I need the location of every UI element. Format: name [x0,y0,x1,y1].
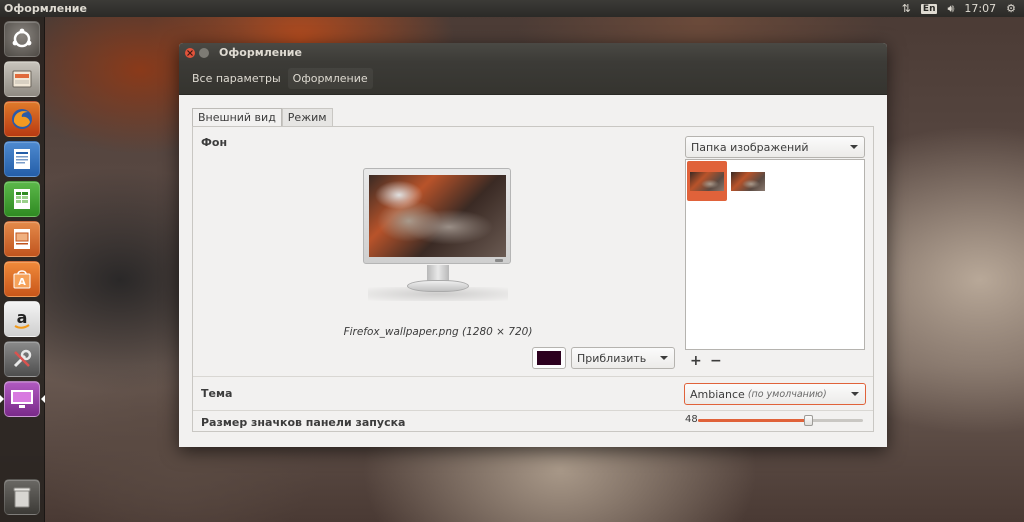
launcher-icon-size-slider[interactable] [698,415,863,426]
tab-look[interactable]: Внешний вид [192,108,282,126]
wallpaper-folder-value: Папка изображений [691,140,809,154]
ubuntu-logo-icon [12,28,32,48]
focused-indicator [41,395,45,403]
all-settings-button[interactable]: Все параметры [187,68,286,89]
shopping-bag-icon: A [13,270,31,289]
close-icon [187,49,193,56]
wallpaper-thumbnail-image [690,171,724,191]
writer-document-icon [14,149,30,169]
writer-launcher-button[interactable] [4,141,40,177]
background-color-button[interactable] [532,347,566,369]
files-launcher-button[interactable] [4,61,40,97]
active-app-title: Оформление [4,2,87,15]
calc-spreadsheet-icon [14,189,30,209]
calc-launcher-button[interactable] [4,181,40,217]
wallpaper-thumbnail-list[interactable] [685,159,865,350]
section-divider [193,410,873,411]
top-panel: Оформление ⇅ En 🔊︎ 17:07 ⚙ [0,0,1024,17]
window-titlebar[interactable]: Оформление [179,43,887,62]
wallpaper-preview-monitor [363,168,511,264]
add-wallpaper-button[interactable]: + [690,353,702,369]
theme-select[interactable]: Ambiance (по умолчанию) [684,383,866,405]
color-chip [537,351,561,365]
appearance-window: Оформление Все параметры Оформление Внеш… [179,43,887,447]
zoom-mode-select[interactable]: Приблизить [571,347,675,369]
monitor-stand-base [407,280,469,292]
impress-launcher-button[interactable] [4,221,40,257]
wallpaper-caption: Firefox_wallpaper.png (1280 × 720) [343,326,533,338]
theme-value-note: (по умолчанию) [747,388,827,400]
look-panel: Фон Firefox_wallpaper.png (1280 × 720) П… [192,126,874,432]
section-divider [193,376,873,377]
chevron-down-icon [850,145,858,149]
power-gear-icon[interactable]: ⚙ [1006,2,1016,15]
remove-wallpaper-button[interactable]: − [710,353,722,369]
launcher-icon-size-value: 48 [685,414,698,425]
indicator-area: ⇅ En 🔊︎ 17:07 ⚙ [902,2,1024,16]
firefox-launcher-button[interactable] [4,101,40,137]
slider-fill [698,419,808,422]
svg-text:A: A [18,277,26,288]
chevron-down-icon [660,356,668,360]
amazon-icon: a [14,308,30,329]
keyboard-layout-indicator[interactable]: En [920,3,938,14]
appearance-launcher-button[interactable] [4,381,40,417]
launcher: A a [0,17,45,522]
close-window-button[interactable] [185,47,195,58]
software-center-launcher-button[interactable]: A [4,261,40,297]
breadcrumb-current[interactable]: Оформление [287,67,373,89]
wallpaper-preview-image [369,175,506,257]
dash-home-button[interactable] [4,21,40,57]
window-content: Внешний вид Режим Фон Firefox_wallpaper.… [179,95,887,447]
tab-bar: Внешний вид Режим [192,108,333,126]
firefox-icon [12,109,32,129]
svg-text:a: a [17,308,28,327]
monitor-power-led [495,259,503,262]
theme-value: Ambiance [690,387,745,401]
impress-presentation-icon [14,229,30,249]
wallpaper-thumbnail[interactable] [728,161,768,201]
background-label: Фон [201,136,228,149]
monitor-display-icon [11,390,33,408]
chevron-down-icon [851,392,859,396]
wallpaper-thumbnail-selected[interactable] [687,161,727,201]
running-indicator [0,395,4,403]
theme-label: Тема [201,387,233,400]
minimize-window-button[interactable] [199,47,209,58]
trash-launcher-button[interactable] [4,479,40,515]
wallpaper-folder-select[interactable]: Папка изображений [685,136,865,158]
window-title: Оформление [219,46,302,59]
settings-toolbar: Все параметры Оформление [179,62,887,95]
file-cabinet-icon [12,70,32,88]
trash-icon [13,487,31,508]
wrench-screwdriver-icon [13,349,32,368]
network-icon[interactable]: ⇅ [902,2,911,15]
amazon-launcher-button[interactable]: a [4,301,40,337]
clock[interactable]: 17:07 [964,2,996,15]
system-settings-launcher-button[interactable] [4,341,40,377]
slider-handle[interactable] [804,415,813,426]
wallpaper-thumbnail-image [731,171,765,191]
launcher-icon-size-label: Размер значков панели запуска [201,416,406,429]
tab-behavior[interactable]: Режим [281,108,333,126]
volume-icon[interactable]: 🔊︎ [947,2,954,16]
zoom-mode-value: Приблизить [577,351,647,365]
